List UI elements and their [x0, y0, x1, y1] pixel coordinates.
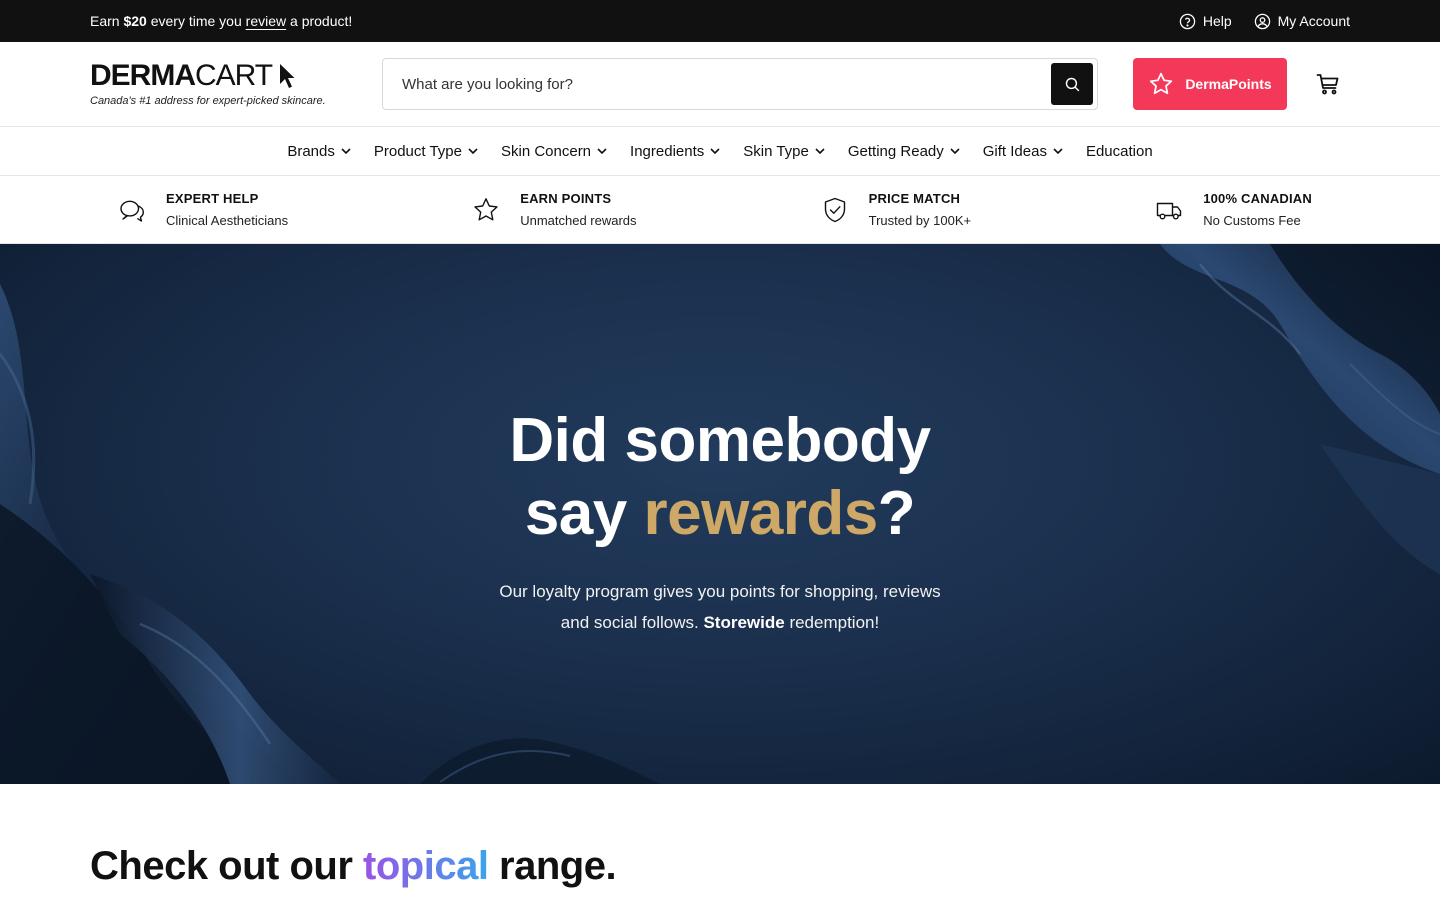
- feature-subtitle: No Customs Fee: [1203, 213, 1301, 228]
- feature-subtitle: Unmatched rewards: [520, 213, 637, 228]
- nav-label: Ingredients: [630, 142, 705, 160]
- section-title-pre: Check out our: [90, 844, 364, 888]
- feature-title: EXPERT HELP: [166, 191, 259, 206]
- nav-label: Brands: [287, 142, 335, 160]
- help-link[interactable]: Help: [1179, 13, 1232, 30]
- promo-text-post: a product!: [286, 13, 353, 29]
- shield-check-icon: [824, 197, 845, 222]
- user-circle-icon: [1254, 13, 1270, 29]
- chevron-down-icon: [950, 148, 960, 155]
- rewards-hero-banner: Did somebody say rewards? Our loyalty pr…: [0, 244, 1440, 784]
- search-icon: [1065, 77, 1079, 91]
- hero-headline: Did somebody say rewards?: [0, 404, 1440, 550]
- feature-title: EARN POINTS: [520, 191, 612, 206]
- promo-amount: $20: [123, 13, 147, 29]
- topical-range-heading: Check out our topical range.: [0, 784, 1440, 889]
- promo-text-mid: every time you: [146, 13, 246, 29]
- chevron-down-icon: [710, 148, 720, 155]
- hero-description: Our loyalty program gives you points for…: [0, 576, 1440, 638]
- hero-headline-highlight: rewards: [643, 479, 878, 548]
- truck-icon: [1156, 202, 1182, 220]
- feature-subtitle: Clinical Aestheticians: [166, 213, 289, 228]
- nav-item-skin-concern[interactable]: Skin Concern: [490, 143, 619, 160]
- logo-bold-text: DERMA: [90, 59, 196, 92]
- feature-strip: EXPERT HELP Clinical Aestheticians EARN …: [0, 176, 1440, 244]
- my-account-label: My Account: [1277, 13, 1350, 29]
- cart-icon[interactable]: [1316, 72, 1340, 96]
- nav-item-product-type[interactable]: Product Type: [363, 143, 490, 160]
- top-announcement-bar: Earn $20 every time you review a product…: [0, 0, 1440, 42]
- nav-item-getting-ready[interactable]: Getting Ready: [837, 143, 972, 160]
- chat-bubbles-icon: [120, 200, 144, 222]
- dermapoints-button[interactable]: DermaPoints: [1133, 58, 1287, 110]
- hero-headline-line1: Did somebody: [509, 406, 931, 475]
- hero-headline-line2-post: ?: [877, 479, 916, 548]
- dermacart-logo[interactable]: DERMA CART Canada's #1 address for expert…: [90, 61, 382, 108]
- cursor-arrow-icon: [280, 64, 295, 88]
- nav-label: Getting Ready: [847, 142, 944, 160]
- section-title-post: range.: [488, 844, 617, 888]
- help-label: Help: [1202, 13, 1232, 29]
- top-links: Help My Account: [1179, 13, 1350, 30]
- hero-desc-line2-post: redemption!: [784, 613, 880, 632]
- promo-text-pre: Earn: [90, 13, 124, 29]
- chevron-down-icon: [468, 148, 478, 155]
- review-promo-text: Earn $20 every time you review a product…: [90, 13, 352, 29]
- chevron-down-icon: [341, 148, 351, 155]
- hero-desc-line2-pre: and social follows.: [560, 613, 704, 632]
- nav-item-brands[interactable]: Brands: [276, 143, 363, 160]
- help-circle-icon: [1179, 13, 1196, 29]
- logo-tagline: Canada's #1 address for expert-picked sk…: [90, 95, 326, 107]
- search-button[interactable]: [1051, 63, 1093, 105]
- chevron-down-icon: [1053, 148, 1063, 155]
- hero-content: Did somebody say rewards? Our loyalty pr…: [0, 404, 1440, 638]
- logo-wordmark: DERMA CART: [90, 61, 382, 91]
- logo-light-text: CART: [195, 59, 273, 92]
- nav-item-skin-type[interactable]: Skin Type: [732, 143, 837, 160]
- nav-label: Product Type: [373, 142, 462, 160]
- nav-item-education[interactable]: Education: [1075, 143, 1164, 160]
- my-account-link[interactable]: My Account: [1254, 13, 1350, 30]
- star-icon: [474, 197, 498, 220]
- nav-label: Skin Concern: [500, 142, 592, 160]
- nav-item-gift-ideas[interactable]: Gift Ideas: [972, 143, 1075, 160]
- hero-desc-bold: Storewide: [703, 613, 785, 632]
- feature-price-match: PRICE MATCH Trusted by 100K+: [821, 191, 972, 228]
- feature-title: 100% CANADIAN: [1203, 191, 1312, 206]
- section-title-highlight: topical: [363, 844, 489, 888]
- hero-desc-line1: Our loyalty program gives you points for…: [499, 582, 941, 601]
- search-bar: [382, 58, 1098, 110]
- nav-label: Skin Type: [743, 142, 809, 160]
- main-navigation: Brands Product Type Skin Concern Ingredi…: [0, 127, 1440, 176]
- feature-canadian: 100% CANADIAN No Customs Fee: [1155, 191, 1312, 228]
- nav-item-ingredients[interactable]: Ingredients: [619, 143, 732, 160]
- search-input[interactable]: [402, 75, 1002, 93]
- chevron-down-icon: [597, 148, 607, 155]
- nav-label: Gift Ideas: [982, 142, 1047, 160]
- star-outline-icon: [1150, 72, 1173, 95]
- chevron-down-icon: [815, 148, 825, 155]
- feature-title: PRICE MATCH: [868, 191, 961, 206]
- nav-label: Education: [1085, 142, 1153, 160]
- site-header: DERMA CART Canada's #1 address for expert…: [0, 42, 1440, 127]
- review-link[interactable]: review: [246, 13, 286, 29]
- feature-subtitle: Trusted by 100K+: [868, 213, 972, 228]
- hero-headline-line2-pre: say: [524, 479, 644, 548]
- dermapoints-label: DermaPoints: [1185, 76, 1272, 92]
- feature-earn-points: EARN POINTS Unmatched rewards: [472, 191, 637, 228]
- silk-drape-bottom-image: [420, 738, 660, 784]
- feature-expert-help: EXPERT HELP Clinical Aestheticians: [118, 191, 288, 228]
